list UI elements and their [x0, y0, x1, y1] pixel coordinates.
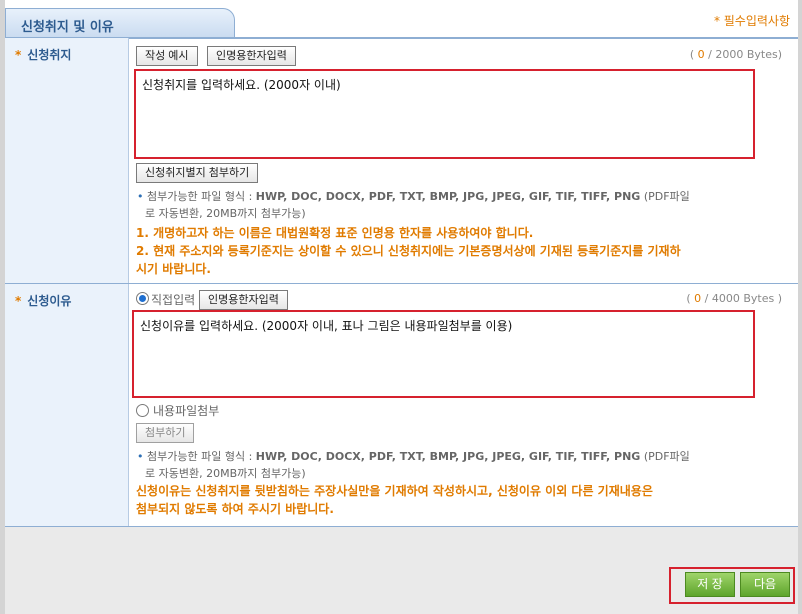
- reason-file-info: • 첨부가능한 파일 형식 : HWP, DOC, DOCX, PDF, TXT…: [137, 448, 787, 482]
- section-tab-bar: 신청취지 및 이유 * 필수입력사항: [5, 8, 798, 39]
- file-formats: HWP, DOC, DOCX, PDF, TXT, BMP, JPG, JPEG…: [255, 190, 641, 203]
- tab-application-purpose-reason[interactable]: 신청취지 및 이유: [5, 8, 235, 38]
- purpose-byte-counter: ( 0 / 2000 Bytes): [690, 48, 782, 61]
- warning-1: 1. 개명하고자 하는 이름은 대법원확정 표준 인명용 한자를 사용하여야 합…: [136, 226, 534, 240]
- reason-textarea-placeholder: 신청이유를 입력하세요. (2000자 이내, 표나 그림은 내용파일첨부를 이…: [140, 319, 513, 333]
- direct-input-label: 직접입력: [151, 293, 196, 307]
- purpose-counter-open: (: [689, 48, 698, 61]
- warning-2b: 시기 바랍니다.: [136, 262, 211, 276]
- reason-hanja-input-button[interactable]: 인명용한자입력: [199, 290, 288, 310]
- required-field-note: * 필수입력사항: [713, 14, 790, 28]
- purpose-label-text: 신청취지: [27, 48, 72, 62]
- file-attach-radio[interactable]: [136, 404, 149, 417]
- reason-label-cell: * 신청이유: [5, 284, 129, 526]
- save-button[interactable]: 저 장: [685, 572, 735, 597]
- reason-label-text: 신청이유: [27, 294, 72, 308]
- file-info-suffix-1: (PDF파일: [643, 190, 690, 203]
- next-button[interactable]: 다음: [740, 572, 790, 597]
- direct-input-radio[interactable]: [136, 292, 149, 305]
- file-info-suffix-2: 로 자동변환, 20MB까지 첨부가능): [145, 207, 306, 220]
- reason-label: * 신청이유: [15, 292, 71, 309]
- tab-title: 신청취지 및 이유: [21, 20, 114, 35]
- reason-content: 직접입력 인명용한자입력 ( 0 / 4000 Bytes ) 신청이유를 입력…: [129, 284, 798, 526]
- example-button[interactable]: 작성 예시: [136, 46, 198, 66]
- reason-warning-b: 첨부되지 않도록 하여 주시기 바랍니다.: [136, 502, 334, 516]
- action-buttons-highlight: 저 장 다음: [669, 567, 795, 604]
- required-mark: *: [15, 294, 22, 308]
- purpose-attachment-button[interactable]: 신청취지별지 첨부하기: [136, 163, 259, 183]
- file-attach-label: 내용파일첨부: [153, 404, 220, 418]
- purpose-warnings: 1. 개명하고자 하는 이름은 대법원확정 표준 인명용 한자를 사용하여야 합…: [136, 224, 681, 278]
- purpose-label: * 신청취지: [15, 46, 71, 63]
- reason-warning-a: 신청이유는 신청취지를 뒷받침하는 주장사실만을 기재하여 작성하시고, 신청이…: [136, 484, 653, 498]
- reason-warnings: 신청이유는 신청취지를 뒷받침하는 주장사실만을 기재하여 작성하시고, 신청이…: [136, 482, 653, 518]
- purpose-label-cell: * 신청취지: [5, 38, 129, 283]
- reason-byte-counter: ( 0 / 4000 Bytes ): [686, 292, 782, 305]
- required-mark: *: [15, 48, 22, 62]
- warning-2a: 2. 현재 주소지와 등록기준지는 상이할 수 있으니 신청취지에는 기본증명서…: [136, 244, 681, 258]
- file-info-suffix-1: (PDF파일: [643, 450, 690, 463]
- bullet-icon: •: [137, 190, 144, 203]
- purpose-content: 작성 예시 인명용한자입력 ( 0 / 2000 Bytes) 신청취지를 입력…: [129, 38, 798, 283]
- purpose-file-info: • 첨부가능한 파일 형식 : HWP, DOC, DOCX, PDF, TXT…: [137, 188, 787, 222]
- purpose-counter-value: 0: [697, 48, 705, 61]
- application-form: * 신청취지 작성 예시 인명용한자입력 ( 0 / 2000 Bytes) 신청…: [5, 38, 798, 527]
- purpose-row: * 신청취지 작성 예시 인명용한자입력 ( 0 / 2000 Bytes) 신청…: [5, 38, 798, 284]
- purpose-counter-close: / 2000 Bytes): [704, 48, 782, 61]
- purpose-textarea[interactable]: 신청취지를 입력하세요. (2000자 이내): [134, 69, 755, 159]
- reason-row: * 신청이유 직접입력 인명용한자입력 ( 0 / 4000 Bytes ) 신청…: [5, 284, 798, 526]
- reason-textarea[interactable]: 신청이유를 입력하세요. (2000자 이내, 표나 그림은 내용파일첨부를 이…: [132, 310, 755, 398]
- file-info-prefix: 첨부가능한 파일 형식 :: [147, 450, 253, 463]
- reason-attachment-button[interactable]: 첨부하기: [136, 423, 195, 443]
- bullet-icon: •: [137, 450, 144, 463]
- purpose-hanja-input-button[interactable]: 인명용한자입력: [207, 46, 296, 66]
- reason-counter-open: (: [686, 292, 695, 305]
- file-info-suffix-2: 로 자동변환, 20MB까지 첨부가능): [145, 467, 306, 480]
- file-formats: HWP, DOC, DOCX, PDF, TXT, BMP, JPG, JPEG…: [255, 450, 641, 463]
- file-info-prefix: 첨부가능한 파일 형식 :: [147, 190, 253, 203]
- reason-counter-close: / 4000 Bytes ): [701, 292, 782, 305]
- purpose-textarea-placeholder: 신청취지를 입력하세요. (2000자 이내): [142, 78, 341, 92]
